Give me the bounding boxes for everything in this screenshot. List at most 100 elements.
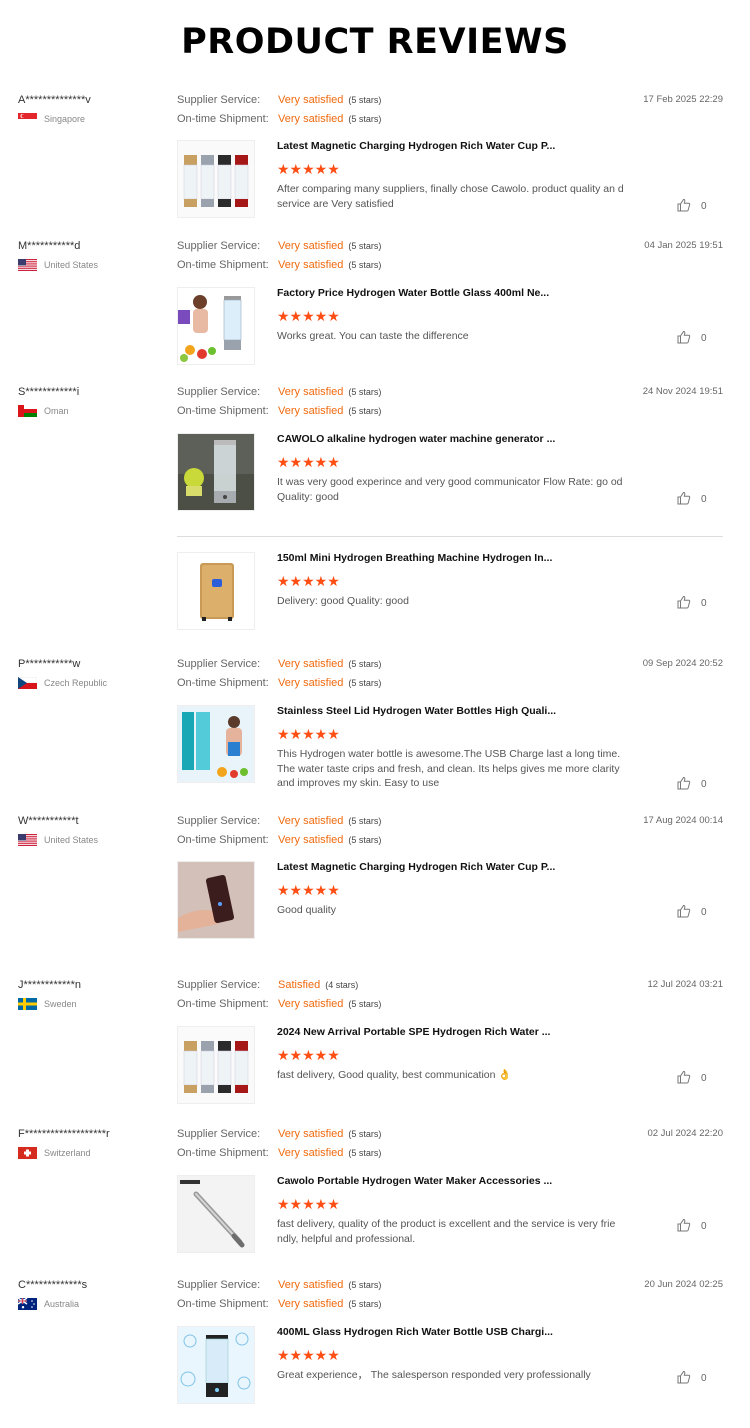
reviewer-country: United States	[18, 259, 98, 271]
product-thumbnail[interactable]	[177, 552, 255, 630]
shipment-label: On-time Shipment:	[177, 998, 269, 1010]
review-date: 02 Jul 2024 22:20	[647, 1128, 723, 1139]
product-thumbnail[interactable]	[177, 1026, 255, 1104]
product-name-link[interactable]: 400ML Glass Hydrogen Rich Water Bottle U…	[277, 1326, 553, 1338]
shipment-rating: On-time Shipment: Very satisfied (5 stars)	[177, 405, 381, 417]
supplier-service-rating: Supplier Service: Very satisfied (5 stars)	[177, 386, 381, 398]
supplier-service-rating: Supplier Service: Very satisfied (5 stars)	[177, 1128, 381, 1140]
like-button[interactable]: 0	[677, 198, 707, 215]
shipment-label: On-time Shipment:	[177, 113, 269, 125]
supplier-service-label: Supplier Service:	[177, 658, 261, 670]
thumbs-up-icon	[677, 330, 691, 347]
supplier-service-value: Very satisfied	[278, 658, 344, 670]
like-count: 0	[701, 907, 707, 918]
product-star-rating: ★★★★★	[277, 573, 340, 589]
product-star-rating: ★★★★★	[277, 308, 340, 324]
product-name-link[interactable]: 150ml Mini Hydrogen Breathing Machine Hy…	[277, 552, 552, 564]
supplier-service-value: Very satisfied	[278, 1128, 344, 1140]
shipment-rating: On-time Shipment: Very satisfied (5 stars)	[177, 259, 381, 271]
like-count: 0	[701, 1073, 707, 1084]
review-text: This Hydrogen water bottle is awesome.Th…	[277, 748, 621, 789]
au-flag-icon	[18, 1298, 37, 1310]
like-button[interactable]: 0	[677, 1070, 707, 1087]
review-date: 04 Jan 2025 19:51	[644, 240, 723, 251]
shipment-stars: (5 stars)	[348, 406, 382, 416]
reviewer-name: J************n	[18, 979, 81, 991]
product-name-link[interactable]: Latest Magnetic Charging Hydrogen Rich W…	[277, 140, 555, 152]
product-star-rating: ★★★★★	[277, 882, 340, 898]
supplier-service-label: Supplier Service:	[177, 979, 261, 991]
supplier-service-stars: (5 stars)	[348, 1129, 382, 1139]
country-name: United States	[44, 835, 99, 845]
product-name-link[interactable]: Latest Magnetic Charging Hydrogen Rich W…	[277, 861, 555, 873]
country-name: Czech Republic	[44, 678, 108, 688]
supplier-service-stars: (5 stars)	[348, 95, 382, 105]
shipment-stars: (5 stars)	[348, 114, 382, 124]
supplier-service-stars: (4 stars)	[325, 980, 359, 990]
cz-flag-icon	[18, 677, 37, 689]
like-button[interactable]: 0	[677, 1218, 707, 1235]
shipment-stars: (5 stars)	[348, 999, 382, 1009]
product-name-link[interactable]: Stainless Steel Lid Hydrogen Water Bottl…	[277, 705, 556, 717]
like-button[interactable]: 0	[677, 330, 707, 347]
like-count: 0	[701, 779, 707, 790]
review-date: 17 Feb 2025 22:29	[643, 94, 723, 105]
supplier-service-value: Very satisfied	[278, 240, 344, 252]
country-name: Australia	[44, 1299, 80, 1309]
shipment-rating: On-time Shipment: Very satisfied (5 stars)	[177, 1147, 381, 1159]
shipment-rating: On-time Shipment: Very satisfied (5 stars)	[177, 834, 381, 846]
shipment-value: Very satisfied	[278, 113, 344, 125]
reviewer-name: M***********d	[18, 240, 81, 252]
product-name-link[interactable]: Cawolo Portable Hydrogen Water Maker Acc…	[277, 1175, 552, 1187]
se-flag-icon	[18, 998, 37, 1010]
reviewer-name: A**************v	[18, 94, 91, 106]
like-count: 0	[701, 1221, 707, 1232]
product-thumbnail[interactable]	[177, 861, 255, 939]
supplier-service-stars: (5 stars)	[348, 387, 382, 397]
review-text: fast delivery, quality of the product is…	[277, 1218, 616, 1245]
product-thumbnail[interactable]	[177, 705, 255, 783]
shipment-rating: On-time Shipment: Very satisfied (5 stars)	[177, 1298, 381, 1310]
supplier-service-label: Supplier Service:	[177, 1128, 261, 1140]
supplier-service-stars: (5 stars)	[348, 659, 382, 669]
thumbs-up-icon	[677, 198, 691, 215]
shipment-label: On-time Shipment:	[177, 677, 269, 689]
thumbs-up-icon	[677, 904, 691, 921]
shipment-value: Very satisfied	[278, 1147, 344, 1159]
review-text: Great experience， The salesperson respon…	[277, 1369, 591, 1381]
product-thumbnail[interactable]	[177, 433, 255, 511]
reviewer-country: United States	[18, 834, 98, 846]
supplier-service-rating: Supplier Service: Very satisfied (5 stars)	[177, 94, 381, 106]
like-button[interactable]: 0	[677, 1370, 707, 1387]
country-name: United States	[44, 260, 99, 270]
shipment-label: On-time Shipment:	[177, 834, 269, 846]
product-thumbnail[interactable]	[177, 287, 255, 365]
supplier-service-label: Supplier Service:	[177, 94, 261, 106]
product-name-link[interactable]: Factory Price Hydrogen Water Bottle Glas…	[277, 287, 549, 299]
like-button[interactable]: 0	[677, 904, 707, 921]
like-button[interactable]: 0	[677, 776, 707, 793]
like-button[interactable]: 0	[677, 491, 707, 508]
supplier-service-rating: Supplier Service: Very satisfied (5 stars)	[177, 658, 381, 670]
product-thumbnail[interactable]	[177, 1326, 255, 1404]
like-count: 0	[701, 201, 707, 212]
shipment-value: Very satisfied	[278, 834, 344, 846]
supplier-service-stars: (5 stars)	[348, 1280, 382, 1290]
supplier-service-value: Very satisfied	[278, 1279, 344, 1291]
like-button[interactable]: 0	[677, 595, 707, 612]
review-date: 20 Jun 2024 02:25	[644, 1279, 723, 1290]
reviewer-country: Australia	[18, 1298, 79, 1310]
review-date: 12 Jul 2024 03:21	[647, 979, 723, 990]
product-thumbnail[interactable]	[177, 1175, 255, 1253]
ch-flag-icon	[18, 1147, 37, 1159]
product-name-link[interactable]: 2024 New Arrival Portable SPE Hydrogen R…	[277, 1026, 550, 1038]
supplier-service-rating: Supplier Service: Very satisfied (5 stars)	[177, 815, 381, 827]
country-name: Oman	[44, 406, 69, 416]
supplier-service-value: Very satisfied	[278, 94, 344, 106]
thumbs-up-icon	[677, 1370, 691, 1387]
shipment-label: On-time Shipment:	[177, 259, 269, 271]
product-name-link[interactable]: CAWOLO alkaline hydrogen water machine g…	[277, 433, 555, 445]
product-thumbnail[interactable]	[177, 140, 255, 218]
shipment-stars: (5 stars)	[348, 1148, 382, 1158]
thumbs-up-icon	[677, 595, 691, 612]
